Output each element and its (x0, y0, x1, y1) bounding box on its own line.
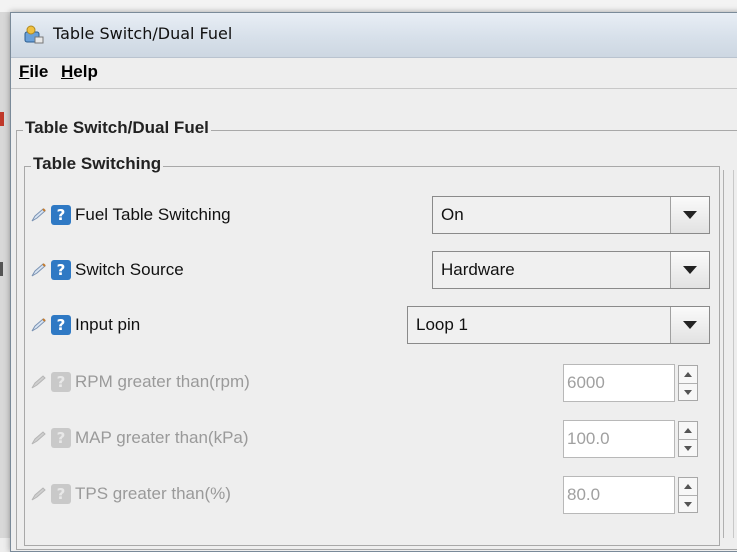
edit-icon (31, 487, 46, 501)
menu-file[interactable]: File (19, 62, 48, 82)
chevron-down-icon[interactable] (670, 197, 709, 233)
tps-input[interactable]: 80.0 (563, 476, 675, 514)
background-mark (0, 262, 3, 276)
inner-group-title: Table Switching (31, 154, 164, 174)
chevron-down-icon[interactable] (670, 252, 709, 288)
map-label: MAP greater than(kPa) (75, 428, 249, 447)
map-value: 100.0 (567, 429, 610, 448)
fuel-table-switching-label: Fuel Table Switching (75, 205, 231, 224)
tps-label: TPS greater than(%) (75, 484, 231, 503)
help-icon[interactable]: ? (51, 205, 71, 225)
outer-group-title: Table Switch/Dual Fuel (23, 118, 211, 138)
map-spinner[interactable] (678, 421, 698, 457)
menu-file-label: ile (29, 62, 49, 81)
menu-help-label: elp (73, 62, 98, 81)
menu-help-mnemonic: H (61, 62, 74, 81)
rpm-input[interactable]: 6000 (563, 364, 675, 402)
help-icon[interactable]: ? (51, 260, 71, 280)
edit-icon[interactable] (30, 316, 48, 334)
rpm-spinner[interactable] (678, 365, 698, 401)
edit-icon[interactable] (30, 206, 48, 224)
tps-value: 80.0 (567, 485, 601, 504)
input-pin-select[interactable]: Loop 1 (407, 306, 710, 344)
input-pin-label: Input pin (75, 315, 141, 334)
map-input[interactable]: 100.0 (563, 420, 675, 458)
edit-icon[interactable] (30, 261, 48, 279)
chevron-down-icon[interactable] (670, 307, 709, 343)
panel-divider (733, 170, 734, 538)
spinner-down-icon[interactable] (679, 496, 697, 513)
rpm-value: 6000 (567, 373, 605, 392)
rpm-label: RPM greater than(rpm) (75, 372, 250, 391)
menu-help[interactable]: Help (61, 62, 98, 82)
fuel-table-switching-value: On (441, 205, 464, 224)
menu-file-mnemonic: F (19, 62, 30, 81)
spinner-down-icon[interactable] (679, 440, 697, 457)
help-icon: ? (51, 484, 71, 504)
panel-divider (723, 170, 724, 538)
spinner-up-icon[interactable] (679, 478, 697, 496)
switch-source-value: Hardware (441, 260, 515, 279)
title-bar[interactable]: Table Switch/Dual Fuel (11, 13, 737, 58)
input-pin-value: Loop 1 (416, 315, 468, 334)
edit-icon (31, 431, 46, 445)
spinner-down-icon[interactable] (679, 384, 697, 401)
spinner-up-icon[interactable] (679, 422, 697, 440)
help-icon[interactable]: ? (51, 315, 71, 335)
background-window-strip (0, 0, 737, 12)
app-icon (24, 25, 44, 44)
background-mark (0, 112, 4, 126)
background-left-strip (0, 12, 10, 538)
switch-source-label: Switch Source (75, 260, 184, 279)
help-icon: ? (51, 428, 71, 448)
tps-spinner[interactable] (678, 477, 698, 513)
menu-bar: File Help (11, 58, 737, 88)
window-title: Table Switch/Dual Fuel (53, 24, 233, 43)
help-icon: ? (51, 372, 71, 392)
fuel-table-switching-select[interactable]: On (432, 196, 710, 234)
switch-source-select[interactable]: Hardware (432, 251, 710, 289)
menu-separator (11, 88, 737, 89)
spinner-up-icon[interactable] (679, 366, 697, 384)
edit-icon (31, 375, 46, 389)
